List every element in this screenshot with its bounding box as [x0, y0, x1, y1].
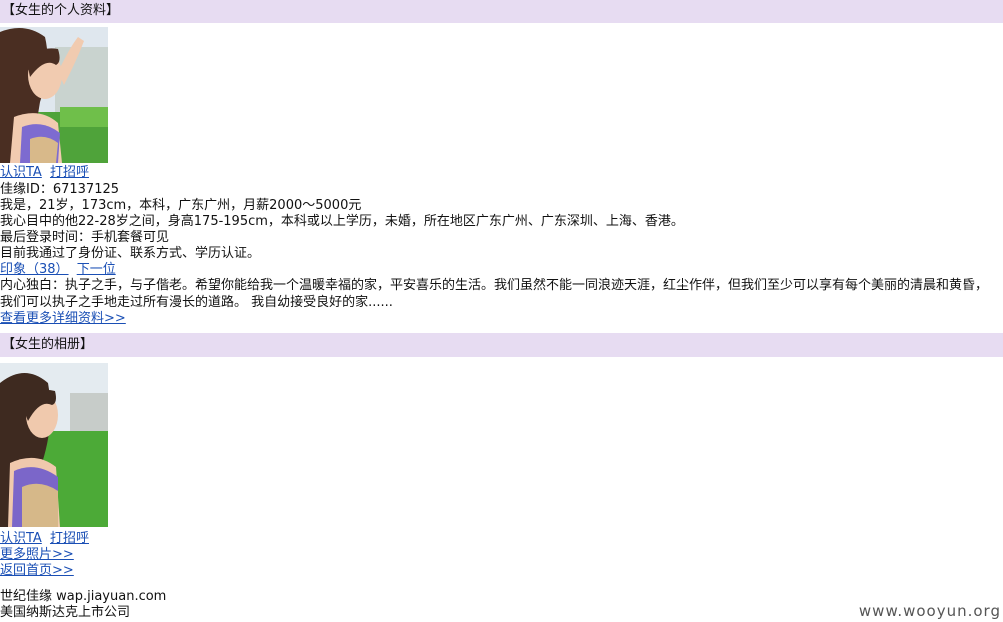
album-section-header: 【女生的相册】 — [0, 333, 1003, 357]
greet-link[interactable]: 打招呼 — [50, 531, 89, 546]
impressions-link[interactable]: 印象（38） — [0, 262, 69, 277]
profile-actions: 认识TA 打招呼 — [0, 165, 89, 181]
profile-section-header: 【女生的个人资料】 — [0, 0, 1003, 23]
next-profile-link[interactable]: 下一位 — [77, 262, 116, 277]
more-details-row: 查看更多详细资料>> — [0, 311, 126, 327]
back-home-link[interactable]: 返回首页>> — [0, 563, 74, 578]
last-login: 最后登录时间：手机套餐可见 — [0, 230, 170, 245]
more-photos-row: 更多照片>> — [0, 547, 74, 563]
greet-link[interactable]: 打招呼 — [50, 165, 89, 180]
portrait-photo-icon — [0, 363, 108, 527]
more-photos-link[interactable]: 更多照片>> — [0, 547, 74, 562]
album-photo[interactable] — [0, 363, 108, 527]
member-id: 佳缘ID：67137125 — [0, 182, 120, 197]
impression-nav: 印象（38） 下一位 — [0, 262, 116, 278]
inner-monologue: 内心独白：执子之手，与子偕老。希望你能给我一个温暖幸福的家，平安喜乐的生活。我们… — [0, 278, 989, 310]
album-actions: 认识TA 打招呼 — [0, 531, 89, 547]
footer-company: 美国纳斯达克上市公司 — [0, 605, 131, 620]
more-details-link[interactable]: 查看更多详细资料>> — [0, 311, 126, 326]
watermark: www.wooyun.org — [858, 602, 1001, 620]
know-ta-link[interactable]: 认识TA — [0, 165, 42, 180]
ideal-partner: 我心目中的他22-28岁之间，身高175-195cm，本科或以上学历，未婚，所在… — [0, 214, 684, 229]
home-row: 返回首页>> — [0, 563, 74, 579]
know-ta-link[interactable]: 认识TA — [0, 531, 42, 546]
footer-site: 世纪佳缘 wap.jiayuan.com — [0, 589, 167, 604]
self-intro: 我是，21岁，173cm，本科，广东广州，月薪2000～5000元 — [0, 198, 362, 213]
verification-status: 目前我通过了身份证、联系方式、学历认证。 — [0, 246, 261, 261]
portrait-photo-icon — [0, 27, 108, 163]
profile-photo[interactable] — [0, 27, 108, 163]
